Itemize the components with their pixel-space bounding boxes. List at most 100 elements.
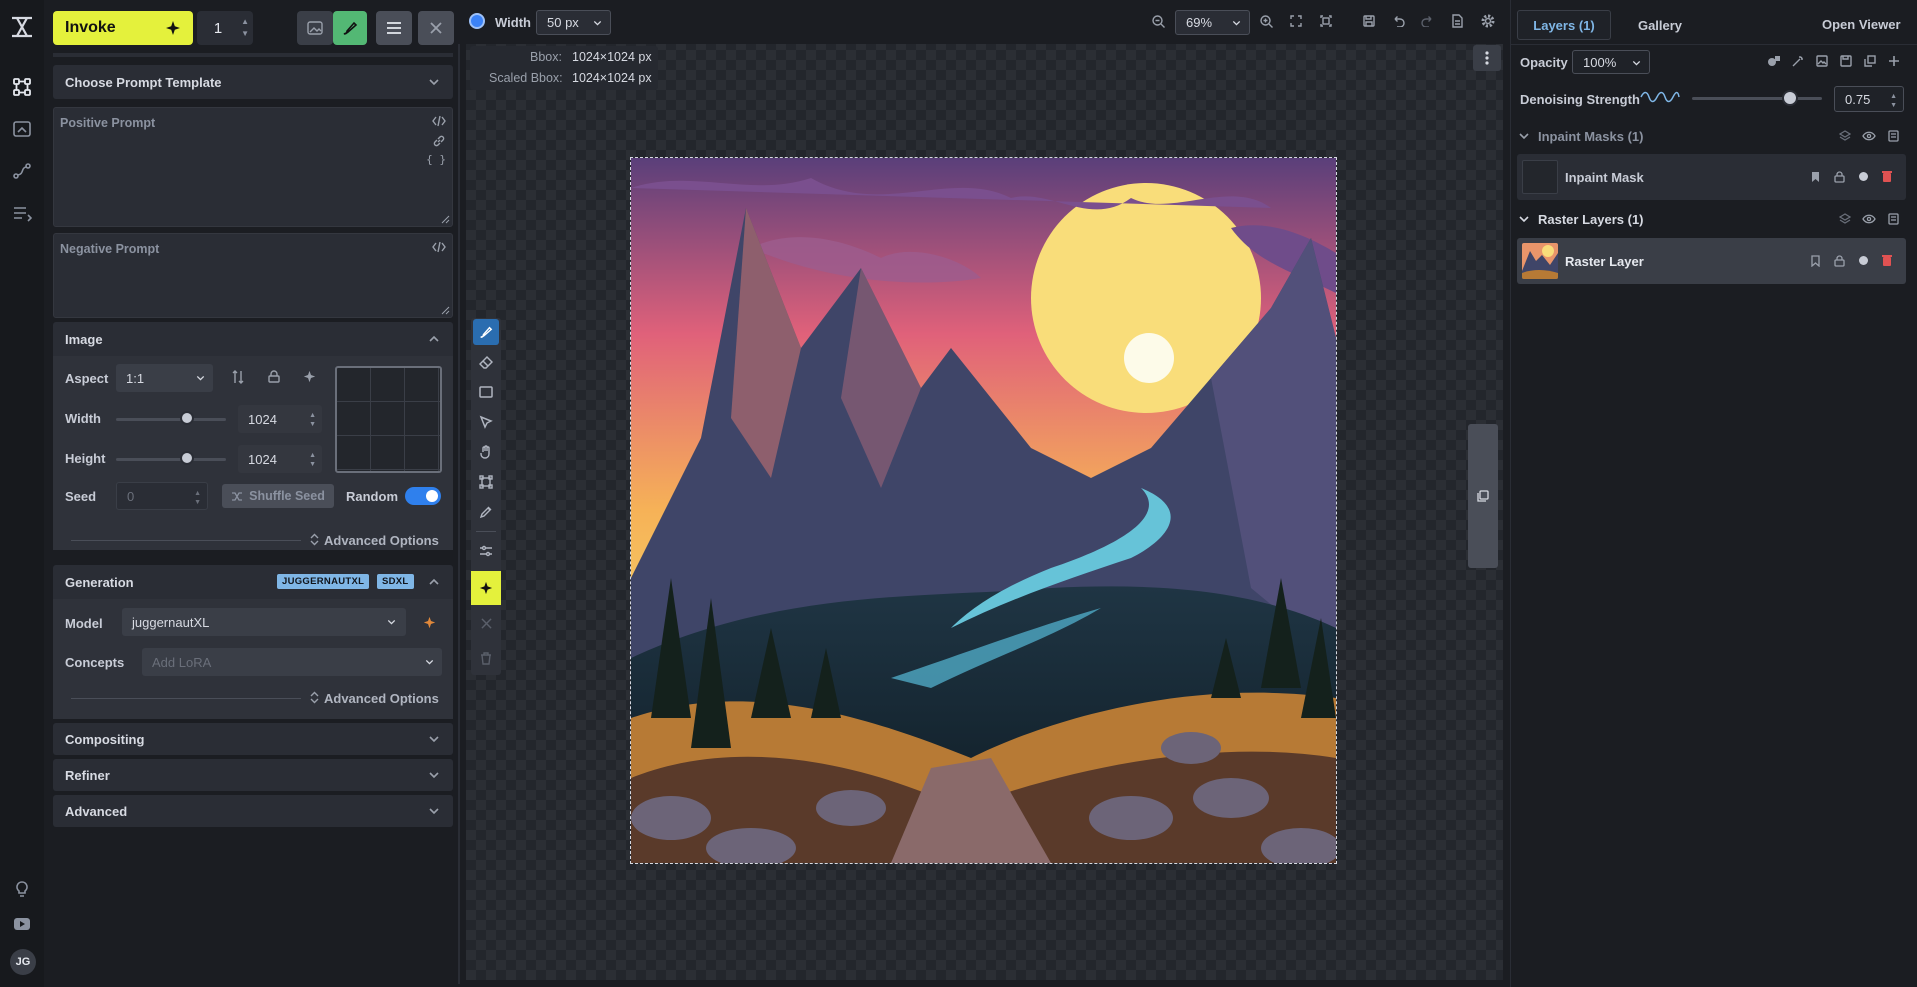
random-toggle[interactable] <box>405 487 441 505</box>
workflows-icon[interactable] <box>11 160 33 182</box>
eraser-tool[interactable] <box>473 349 499 375</box>
delete-icon[interactable] <box>1882 255 1892 266</box>
lightbulb-icon[interactable] <box>11 878 33 900</box>
redo-icon[interactable] <box>1421 15 1434 27</box>
shuffle-seed-button[interactable]: Shuffle Seed <box>222 484 334 508</box>
braces-icon[interactable]: { } <box>426 153 446 166</box>
undo-icon[interactable] <box>1392 15 1405 27</box>
select-tool[interactable] <box>473 409 499 435</box>
seed-input[interactable]: 0 ▲ ▼ <box>116 482 208 510</box>
fit-bbox-icon[interactable] <box>1320 15 1332 27</box>
canvas-options-button[interactable] <box>1473 45 1501 71</box>
gallery-toggle-handle[interactable] <box>1468 424 1498 568</box>
tab-gallery[interactable]: Gallery <box>1620 10 1700 40</box>
avatar[interactable]: JG <box>10 949 36 975</box>
visibility-dot-icon[interactable] <box>1858 255 1869 266</box>
stepper-arrows-icon[interactable]: ▲ ▼ <box>1890 92 1897 110</box>
canvas-icon[interactable] <box>11 76 33 98</box>
open-viewer-button[interactable]: Open Viewer <box>1822 17 1901 32</box>
image-advanced-options[interactable]: Advanced Options <box>324 533 439 548</box>
code-icon[interactable] <box>432 241 446 253</box>
youtube-icon[interactable] <box>11 913 33 935</box>
link-icon[interactable] <box>433 135 445 147</box>
merge-layers-icon[interactable] <box>1767 55 1781 67</box>
brush-width-select[interactable]: 50 px <box>536 10 611 35</box>
image-mode-button[interactable] <box>297 11 333 45</box>
denoise-slider-handle[interactable] <box>1782 90 1798 106</box>
queue-icon[interactable] <box>11 202 33 224</box>
duplicate-icon[interactable] <box>1864 55 1876 67</box>
visibility-dot-icon[interactable] <box>1858 171 1869 182</box>
logo-icon[interactable] <box>9 14 35 40</box>
raster-layer-name[interactable]: Raster Layer <box>1565 254 1644 269</box>
chevron-up-icon[interactable] <box>429 577 439 587</box>
cancel-button[interactable] <box>418 11 454 45</box>
width-input[interactable]: 1024 ▲ ▼ <box>238 405 322 433</box>
discard-tool[interactable] <box>473 610 499 636</box>
code-icon[interactable] <box>432 115 446 127</box>
model-settings-icon[interactable] <box>423 616 436 629</box>
invoke-button[interactable]: Invoke <box>53 11 193 45</box>
advanced-section[interactable]: Advanced <box>53 795 453 827</box>
lock-icon[interactable] <box>268 370 280 383</box>
delete-tool[interactable] <box>473 645 499 671</box>
fit-view-icon[interactable] <box>1290 15 1302 27</box>
lora-select[interactable]: Add LoRA <box>142 648 442 676</box>
inpaint-group-title[interactable]: Inpaint Masks (1) <box>1538 129 1643 144</box>
canvas-mode-button[interactable] <box>333 11 367 45</box>
refiner-section[interactable]: Refiner <box>53 759 453 791</box>
iterations-stepper[interactable]: 1 ▲ ▼ <box>197 11 253 45</box>
zoom-in-icon[interactable] <box>1260 15 1273 28</box>
eye-icon[interactable] <box>1862 131 1876 141</box>
bookmark-icon[interactable] <box>1811 171 1820 183</box>
transform-tool[interactable] <box>473 469 499 495</box>
tab-layers[interactable]: Layers (1) <box>1517 10 1611 40</box>
height-input[interactable]: 1024 ▲ ▼ <box>238 445 322 473</box>
delete-icon[interactable] <box>1882 171 1892 182</box>
trash-icon[interactable] <box>1888 130 1899 142</box>
upscale-icon[interactable] <box>11 118 33 140</box>
generation-advanced-options[interactable]: Advanced Options <box>324 691 439 706</box>
raster-group-title[interactable]: Raster Layers (1) <box>1538 212 1644 227</box>
filters-tool[interactable] <box>473 538 499 564</box>
generate-tool[interactable] <box>471 571 501 605</box>
menu-button[interactable] <box>376 11 412 45</box>
stepper-arrows-icon[interactable]: ▲ ▼ <box>241 16 249 40</box>
add-layer-icon[interactable] <box>1888 55 1900 67</box>
lock-icon[interactable] <box>1834 255 1845 267</box>
trash-icon[interactable] <box>1888 213 1899 225</box>
layers-icon[interactable] <box>1839 130 1851 142</box>
lock-icon[interactable] <box>1834 171 1845 183</box>
color-picker-tool[interactable] <box>473 499 499 525</box>
file-icon[interactable] <box>1452 14 1463 28</box>
brush-tool[interactable] <box>473 319 499 345</box>
image-section-title[interactable]: Image <box>53 322 453 356</box>
denoise-input[interactable]: 0.75 ▲ ▼ <box>1834 86 1904 112</box>
eye-icon[interactable] <box>1862 214 1876 224</box>
zoom-out-icon[interactable] <box>1152 15 1165 28</box>
panel-scrollbar[interactable] <box>458 44 460 984</box>
stepper-arrows-icon[interactable]: ▲ ▼ <box>309 451 316 469</box>
height-slider-handle[interactable] <box>180 451 194 465</box>
height-slider[interactable] <box>116 458 226 461</box>
save-icon[interactable] <box>1363 15 1375 27</box>
aspect-select[interactable]: 1:1 <box>116 364 213 392</box>
width-slider-handle[interactable] <box>180 411 194 425</box>
chevron-up-icon[interactable] <box>429 334 439 344</box>
gear-icon[interactable] <box>1481 14 1495 28</box>
denoise-slider[interactable] <box>1692 97 1822 100</box>
positive-prompt-field[interactable]: Positive Prompt { } <box>53 107 453 227</box>
stepper-arrows-icon[interactable]: ▲ ▼ <box>309 411 316 429</box>
model-select[interactable]: juggernautXL <box>122 608 406 636</box>
save-icon[interactable] <box>1840 55 1852 67</box>
sparkle-icon[interactable] <box>303 370 316 383</box>
chevron-down-icon[interactable] <box>1519 131 1529 141</box>
hand-tool[interactable] <box>473 439 499 465</box>
prompt-template-section[interactable]: Choose Prompt Template <box>53 65 453 99</box>
resize-handle-icon[interactable] <box>441 306 450 315</box>
inpaint-layer-name[interactable]: Inpaint Mask <box>1565 170 1644 185</box>
image-icon[interactable] <box>1816 55 1828 67</box>
rect-tool[interactable] <box>473 379 499 405</box>
zoom-select[interactable]: 69% <box>1175 10 1250 35</box>
opacity-select[interactable]: 100% <box>1572 50 1650 74</box>
